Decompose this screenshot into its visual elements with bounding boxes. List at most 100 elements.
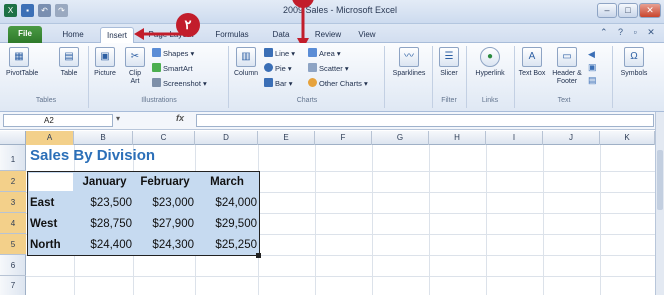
tab-view[interactable]: View	[352, 27, 382, 43]
group-label-charts: Charts	[296, 97, 318, 104]
row-label-east[interactable]: East	[30, 193, 54, 213]
other-charts-button[interactable]: Other Charts ▾	[308, 78, 368, 90]
data-cell[interactable]: $28,750	[74, 214, 132, 234]
pie-chart-button[interactable]: Pie ▾	[264, 63, 292, 75]
column-header-g[interactable]: G	[372, 131, 429, 145]
column-header-f[interactable]: F	[315, 131, 372, 145]
header-cell-march[interactable]: March	[196, 172, 258, 192]
picture-button[interactable]: ▣ Picture	[92, 47, 118, 78]
data-cell[interactable]: $24,000	[195, 193, 257, 213]
formula-input[interactable]	[196, 114, 654, 127]
scatter-chart-button[interactable]: Scatter ▾	[308, 63, 349, 75]
column-header-k[interactable]: K	[600, 131, 655, 145]
clip-art-icon: ✂	[125, 47, 145, 67]
data-cell[interactable]: $29,500	[195, 214, 257, 234]
group-label-filter: Filter	[441, 97, 457, 104]
area-chart-button[interactable]: Area ▾	[308, 48, 341, 60]
column-header-i[interactable]: I	[486, 131, 543, 145]
insert-function-icon[interactable]: fx	[176, 113, 184, 123]
tab-data[interactable]: Data	[266, 27, 296, 43]
screenshot-button[interactable]: Screenshot ▾	[152, 78, 207, 90]
ribbon-separator	[228, 46, 229, 108]
save-icon[interactable]: ▪	[21, 4, 34, 17]
column-header-c[interactable]: C	[133, 131, 195, 145]
name-box[interactable]: A2	[3, 114, 113, 127]
tab-home[interactable]: Home	[56, 27, 90, 43]
tab-review[interactable]: Review	[310, 27, 346, 43]
data-cell[interactable]: $25,250	[195, 235, 257, 255]
column-header-e[interactable]: E	[258, 131, 315, 145]
header-footer-button[interactable]: ▭ Header & Footer	[550, 47, 584, 86]
bar-chart-button[interactable]: Bar ▾	[264, 78, 293, 90]
sparklines-button[interactable]: 〰 Sparklines	[388, 47, 430, 78]
ribbon-separator	[612, 46, 613, 108]
grid-line	[543, 145, 544, 295]
sparklines-icon: 〰	[399, 47, 419, 67]
row-header-5[interactable]: 5	[0, 234, 26, 255]
tab-formulas[interactable]: Formulas	[210, 27, 254, 43]
column-header-a[interactable]: A	[26, 131, 74, 145]
data-cell[interactable]: $23,500	[74, 193, 132, 213]
wordart-icon[interactable]: ◀ ▣ ▤	[588, 48, 597, 87]
column-header-b[interactable]: B	[74, 131, 133, 145]
row-label-west[interactable]: West	[30, 214, 57, 234]
header-cell-february[interactable]: February	[134, 172, 196, 192]
table-button[interactable]: ▤ Table	[58, 47, 80, 78]
tab-insert[interactable]: Insert	[100, 27, 134, 43]
undo-icon[interactable]: ↶	[38, 4, 51, 17]
group-label-tables: Tables	[35, 97, 57, 104]
smartart-icon	[152, 63, 161, 72]
smartart-button[interactable]: SmartArt	[152, 63, 193, 75]
row-header-7[interactable]: 7	[0, 276, 26, 295]
slicer-button[interactable]: ☰ Slicer	[435, 47, 463, 78]
data-cell[interactable]: $24,300	[133, 235, 194, 255]
ribbon-separator	[384, 46, 385, 108]
row-header-3[interactable]: 3	[0, 192, 26, 213]
shapes-button[interactable]: Shapes ▾	[152, 48, 194, 60]
row-header-4[interactable]: 4	[0, 213, 26, 234]
select-all-corner[interactable]	[0, 131, 26, 145]
column-chart-button[interactable]: ▥ Column	[232, 47, 260, 78]
data-cell[interactable]: $23,000	[133, 193, 194, 213]
scatter-chart-icon	[308, 63, 317, 72]
close-button[interactable]: ✕	[639, 3, 661, 18]
fill-handle[interactable]	[256, 253, 261, 258]
bar-chart-icon	[264, 78, 273, 87]
maximize-button[interactable]: □	[618, 3, 638, 18]
tab-file[interactable]: File	[8, 26, 42, 43]
help-icon[interactable]: ⌃ ? ▫ ✕	[600, 27, 659, 38]
column-chart-icon: ▥	[236, 47, 256, 67]
quick-access-toolbar: X ▪ ↶ ↷	[4, 4, 68, 20]
symbols-button[interactable]: Ω Symbols	[616, 47, 652, 78]
row-header-2[interactable]: 2	[0, 171, 26, 192]
clip-art-button[interactable]: ✂ Clip Art	[124, 47, 146, 86]
data-cell[interactable]: $24,400	[74, 235, 132, 255]
line-chart-icon	[264, 48, 273, 57]
header-footer-icon: ▭	[557, 47, 577, 67]
row-label-north[interactable]: North	[30, 235, 61, 255]
grid-line	[26, 276, 656, 277]
scrollbar-thumb[interactable]	[657, 150, 663, 210]
window-title: 2009 Sales - Microsoft Excel	[282, 5, 398, 15]
text-box-icon: A	[522, 47, 542, 67]
text-box-button[interactable]: A Text Box	[518, 47, 546, 78]
redo-icon[interactable]: ↷	[55, 4, 68, 17]
hyperlink-button[interactable]: ● Hyperlink	[470, 47, 510, 78]
sheet-title-cell[interactable]: Sales By Division	[30, 147, 155, 164]
column-header-d[interactable]: D	[195, 131, 258, 145]
group-label-illustrations: Illustrations	[141, 97, 177, 104]
ribbon-separator	[514, 46, 515, 108]
name-box-dropdown-icon[interactable]: ▾	[116, 114, 120, 123]
column-header-j[interactable]: J	[543, 131, 600, 145]
grid-line	[600, 145, 601, 295]
picture-icon: ▣	[95, 47, 115, 67]
header-cell-january[interactable]: January	[76, 172, 133, 192]
cell-a2-active[interactable]	[29, 173, 73, 191]
data-cell[interactable]: $27,900	[133, 214, 194, 234]
row-header-1[interactable]: 1	[0, 145, 26, 171]
line-chart-button[interactable]: Line ▾	[264, 48, 295, 60]
minimize-button[interactable]: –	[597, 3, 617, 18]
pivottable-button[interactable]: ▦ PivotTable	[6, 47, 38, 78]
column-header-h[interactable]: H	[429, 131, 486, 145]
row-header-6[interactable]: 6	[0, 255, 26, 276]
